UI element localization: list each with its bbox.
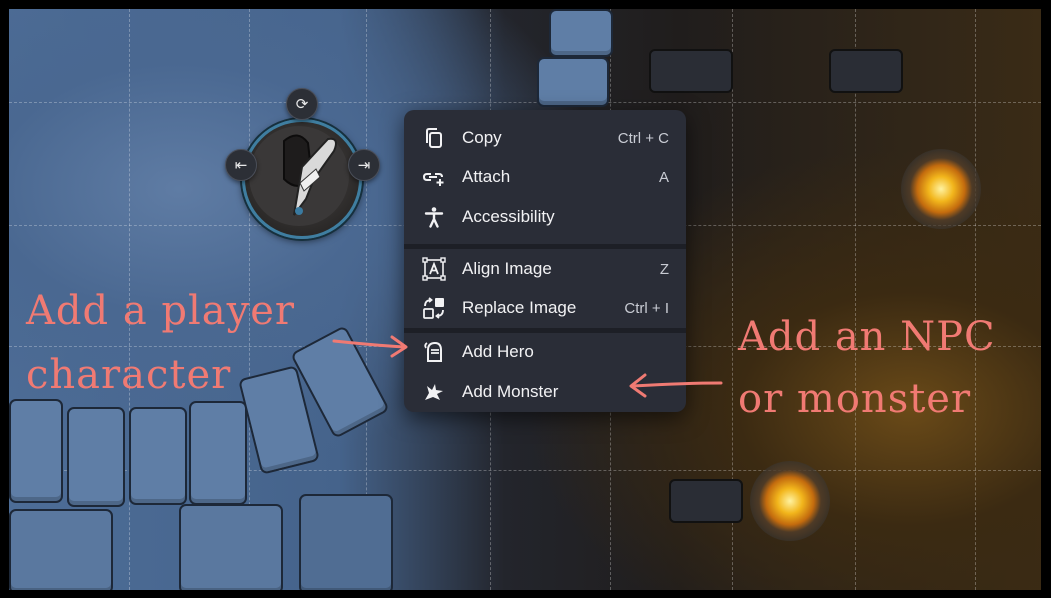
map-stone: [67, 407, 125, 507]
menu-item-replace-image[interactable]: Replace Image Ctrl + I: [404, 289, 686, 327]
shrink-token-button[interactable]: ⇤: [225, 149, 257, 181]
grid-line: [9, 102, 1041, 103]
menu-item-shortcut: Ctrl + I: [624, 299, 669, 317]
menu-item-label: Accessibility: [462, 207, 555, 226]
menu-item-align-image[interactable]: Align Image Z: [404, 250, 686, 288]
accessibility-icon: [421, 204, 447, 230]
menu-item-label: Add Hero: [462, 342, 534, 361]
arrow-to-add-hero: [332, 335, 408, 358]
map-stone: [649, 49, 733, 93]
map-canvas[interactable]: ⟳ ⇤ ⇥ Copy Ctrl + C Attach A Accessibili…: [9, 9, 1041, 590]
map-stone: [549, 9, 613, 57]
map-stone: [9, 509, 113, 590]
knight-helmet-icon: [421, 339, 447, 365]
map-stone: [189, 401, 247, 505]
replace-image-icon: [421, 295, 447, 321]
menu-item-shortcut: Ctrl + C: [617, 129, 669, 147]
map-stone: [299, 494, 393, 590]
menu-item-label: Copy: [462, 128, 502, 147]
copy-icon: [421, 125, 447, 151]
map-stone: [179, 504, 283, 590]
menu-separator: [404, 244, 686, 249]
rotate-token-button[interactable]: ⟳: [286, 88, 318, 120]
fire-brazier: [901, 149, 981, 229]
context-menu: Copy Ctrl + C Attach A Accessibility Ali…: [404, 110, 686, 412]
dragon-head-icon: [421, 379, 447, 405]
menu-item-shortcut: Z: [659, 260, 669, 278]
annotation-player-line2: character: [26, 352, 232, 398]
menu-item-accessibility[interactable]: Accessibility: [404, 198, 686, 236]
annotation-player-line1: Add a player: [26, 288, 296, 334]
annotation-npc-line2: or monster: [738, 376, 972, 422]
map-stone: [537, 57, 609, 107]
grid-line: [975, 9, 976, 590]
token-portrait-icon: [249, 126, 349, 226]
map-stone: [829, 49, 903, 93]
annotation-npc-line1: Add an NPC: [738, 314, 996, 360]
menu-item-add-hero[interactable]: Add Hero: [404, 333, 686, 371]
map-stone: [9, 399, 63, 503]
menu-item-label: Align Image: [462, 259, 552, 278]
menu-item-copy[interactable]: Copy Ctrl + C: [404, 119, 686, 157]
menu-item-shortcut: A: [658, 168, 669, 186]
fire-brazier: [750, 461, 830, 541]
menu-item-attach[interactable]: Attach A: [404, 158, 686, 196]
align-image-icon: [421, 256, 447, 282]
arrow-to-add-monster: [629, 373, 723, 398]
grid-line: [855, 9, 856, 590]
map-stone: [669, 479, 743, 523]
menu-item-label: Replace Image: [462, 298, 577, 317]
character-token[interactable]: [242, 119, 362, 239]
menu-item-label: Attach: [462, 167, 511, 186]
map-stone: [129, 407, 187, 505]
link-icon: [421, 164, 447, 190]
grow-token-button[interactable]: ⇥: [348, 149, 380, 181]
